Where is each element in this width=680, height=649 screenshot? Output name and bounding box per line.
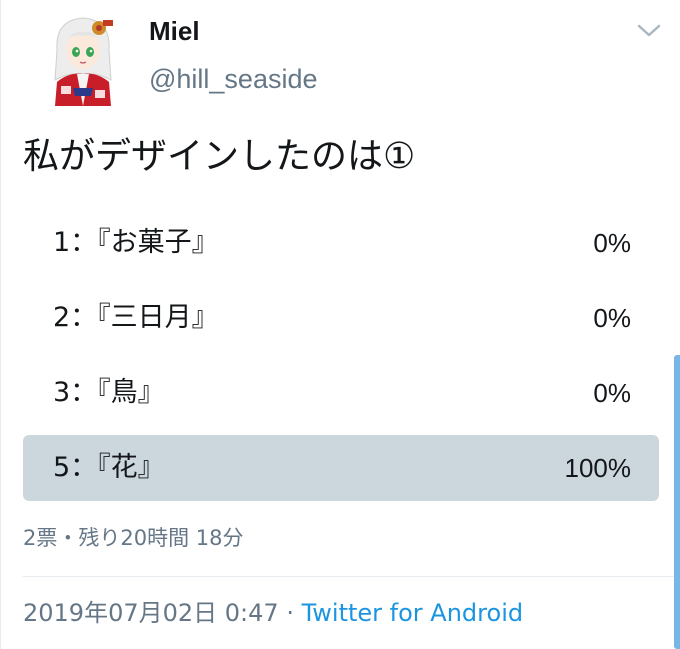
- scrollbar[interactable]: [674, 355, 680, 649]
- tweet-text: 私がデザインしたのは①: [23, 136, 416, 177]
- poll-option[interactable]: 2：『三日月』 0%: [23, 285, 659, 351]
- chevron-down-icon[interactable]: [635, 20, 663, 40]
- avatar-illustration: [54, 17, 113, 106]
- poll-option-percent: 100%: [564, 453, 632, 483]
- poll-option-percent: 0%: [593, 228, 631, 258]
- poll-option-label: 1：『お菓子』: [53, 227, 219, 258]
- divider: [23, 576, 680, 577]
- display-name[interactable]: Miel: [149, 14, 200, 48]
- separator: ·: [286, 599, 294, 627]
- poll-option[interactable]: 1：『お菓子』 0%: [23, 210, 659, 276]
- user-handle[interactable]: @hill_seaside: [149, 62, 318, 96]
- poll-option-label: 3：『鳥』: [53, 377, 165, 408]
- avatar[interactable]: [47, 10, 119, 106]
- poll-option-label: 2：『三日月』: [53, 302, 219, 333]
- poll-option-percent: 0%: [593, 378, 631, 408]
- poll-meta: 2票・残り20時間 18分: [23, 526, 244, 550]
- poll-option-percent: 0%: [593, 303, 631, 333]
- poll: 1：『お菓子』 0% 2：『三日月』 0% 3：『鳥』 0% 5：『花』 100…: [23, 210, 659, 510]
- tweet-detail: Miel @hill_seaside 私がデザインしたのは① 1：『お菓子』 0…: [0, 0, 680, 649]
- poll-option[interactable]: 5：『花』 100%: [23, 435, 659, 501]
- timestamp[interactable]: 2019年07月02日 0:47: [23, 599, 279, 627]
- source-link[interactable]: Twitter for Android: [302, 599, 523, 627]
- tweet-footer: 2019年07月02日 0:47 · Twitter for Android: [23, 596, 523, 630]
- poll-option-label: 5：『花』: [53, 452, 165, 483]
- poll-option[interactable]: 3：『鳥』 0%: [23, 360, 659, 426]
